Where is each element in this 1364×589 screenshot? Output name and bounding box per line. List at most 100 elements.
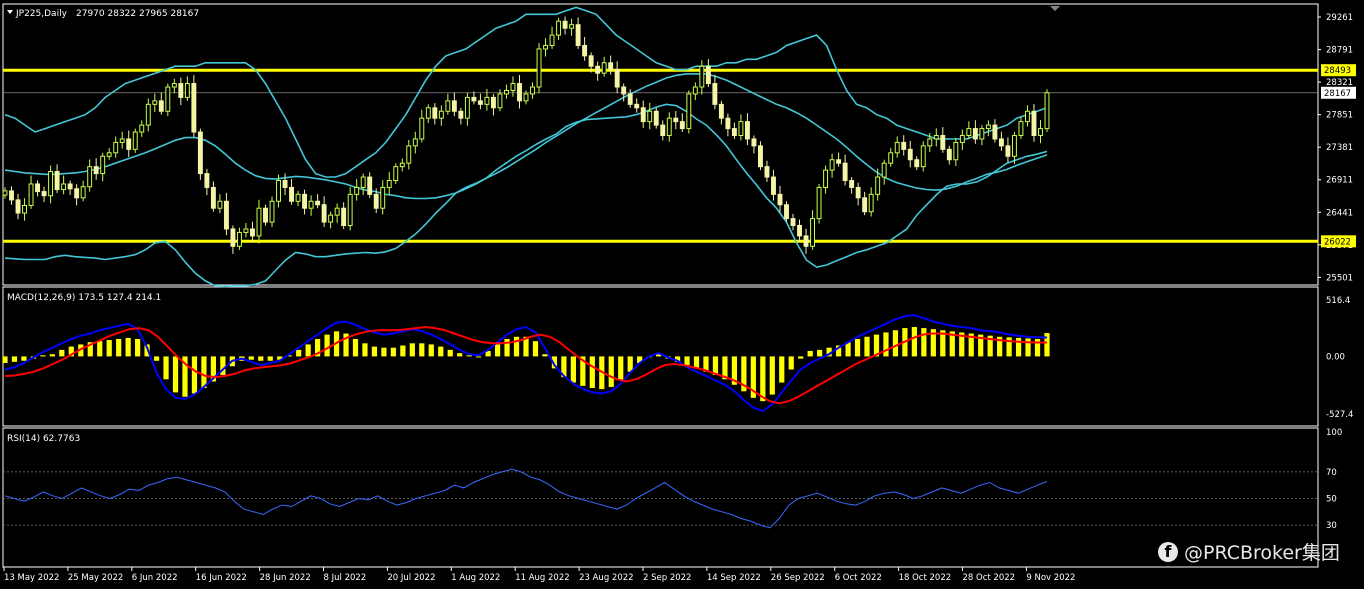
macd-histogram-bar	[116, 338, 122, 357]
date-tick-label: 9 Nov 2022	[1026, 573, 1075, 583]
candle-body	[836, 159, 842, 164]
price-tick-label: 27851	[1326, 111, 1353, 121]
date-tick-label: 23 Aug 2022	[579, 573, 633, 583]
candle-body	[881, 162, 887, 178]
candle-body	[868, 193, 874, 213]
candle-body	[751, 138, 757, 147]
macd-histogram-bar	[627, 356, 633, 372]
candle-body	[302, 193, 308, 209]
candle-body	[276, 180, 281, 202]
candle-body	[74, 188, 80, 199]
candle-body	[738, 121, 744, 136]
candle-body	[823, 169, 829, 188]
rsi-tick-label: 100	[1326, 428, 1342, 438]
candle-body	[712, 83, 718, 105]
candle-body	[263, 207, 268, 223]
macd-histogram-bar	[191, 356, 198, 394]
candle	[132, 128, 138, 153]
candle-body	[106, 152, 112, 157]
macd-histogram-bar	[172, 356, 179, 393]
candle-body	[347, 193, 353, 227]
candle-body	[152, 100, 158, 105]
candle-body	[497, 93, 503, 109]
candle-body	[100, 155, 106, 175]
candle-body	[510, 83, 516, 91]
date-tick-label: 11 Aug 2022	[515, 573, 569, 583]
symbol-label: JP225,Daily	[15, 9, 68, 19]
candle-body	[530, 86, 535, 95]
candle	[263, 204, 268, 226]
candle-body	[197, 131, 203, 175]
candle-body	[764, 166, 770, 178]
candle-body	[458, 110, 464, 119]
watermark: f @PRCBroker集团	[1158, 538, 1340, 565]
candle-body	[119, 138, 125, 143]
trading-chart[interactable]: 2926128791283212785127381269112644125971…	[0, 0, 1364, 589]
candle-body	[191, 83, 197, 133]
candle-body	[992, 124, 998, 140]
candle-body	[744, 121, 750, 140]
candle-body	[139, 124, 145, 133]
candle-body	[373, 193, 379, 209]
candle-body	[341, 207, 347, 227]
candle-body	[158, 100, 164, 112]
level-price-label: 26022	[1324, 237, 1351, 247]
date-tick-label: 20 Jul 2022	[387, 573, 435, 583]
macd-tick-label: -527.4	[1326, 410, 1353, 420]
candle-body	[145, 103, 151, 126]
candle-body	[184, 83, 190, 98]
candle-body	[803, 235, 809, 247]
candle-body	[686, 93, 692, 130]
candle-body	[888, 152, 894, 164]
candle-body	[549, 34, 555, 46]
macd-histogram-bar	[163, 356, 169, 380]
macd-histogram-bar	[381, 347, 387, 357]
candle	[269, 196, 275, 227]
candle-body	[575, 24, 581, 46]
macd-histogram-bar	[59, 349, 65, 357]
candle-body	[445, 100, 451, 112]
candle-body	[894, 141, 900, 154]
candle-body	[393, 166, 399, 182]
candle-body	[432, 107, 438, 119]
candle-body	[725, 117, 731, 130]
macd-histogram-bar	[447, 349, 453, 357]
candle-body	[582, 44, 588, 57]
price-tick-label: 27381	[1326, 143, 1353, 153]
candle-body	[679, 121, 685, 130]
price-tick-label: 26441	[1326, 208, 1353, 218]
candle-body	[627, 93, 633, 105]
macd-histogram-bar	[125, 337, 131, 357]
candle-body	[334, 207, 340, 216]
macd-histogram-bar	[371, 346, 378, 357]
candle-body	[210, 186, 216, 209]
macd-histogram-bar	[817, 349, 823, 357]
macd-histogram-bar	[248, 356, 254, 360]
candle-body	[556, 20, 562, 36]
macd-histogram-bar	[305, 344, 311, 357]
candle-body	[946, 148, 952, 161]
macd-histogram-bar	[854, 338, 861, 357]
candle-body	[979, 128, 985, 140]
candle	[197, 128, 203, 180]
candle-body	[406, 145, 412, 164]
macd-histogram-bar	[608, 356, 614, 387]
candle-body	[705, 65, 711, 85]
macd-histogram-bar	[864, 336, 870, 357]
candle-body	[165, 86, 171, 112]
candle-body	[295, 193, 301, 202]
candle-body	[692, 86, 698, 95]
macd-histogram-bar	[769, 356, 775, 395]
candle	[1044, 89, 1050, 133]
candle	[393, 163, 399, 184]
candle-body	[236, 231, 242, 247]
candle-body	[204, 173, 210, 188]
macd-tick-label: 0.00	[1326, 352, 1345, 362]
candle-body	[543, 44, 548, 50]
macd-histogram-bar	[476, 356, 482, 358]
macd-histogram-bar	[390, 347, 396, 357]
candle-body	[660, 124, 666, 136]
candle-body	[93, 166, 99, 175]
price-tick-label: 26911	[1326, 176, 1353, 186]
candle-body	[621, 86, 627, 95]
